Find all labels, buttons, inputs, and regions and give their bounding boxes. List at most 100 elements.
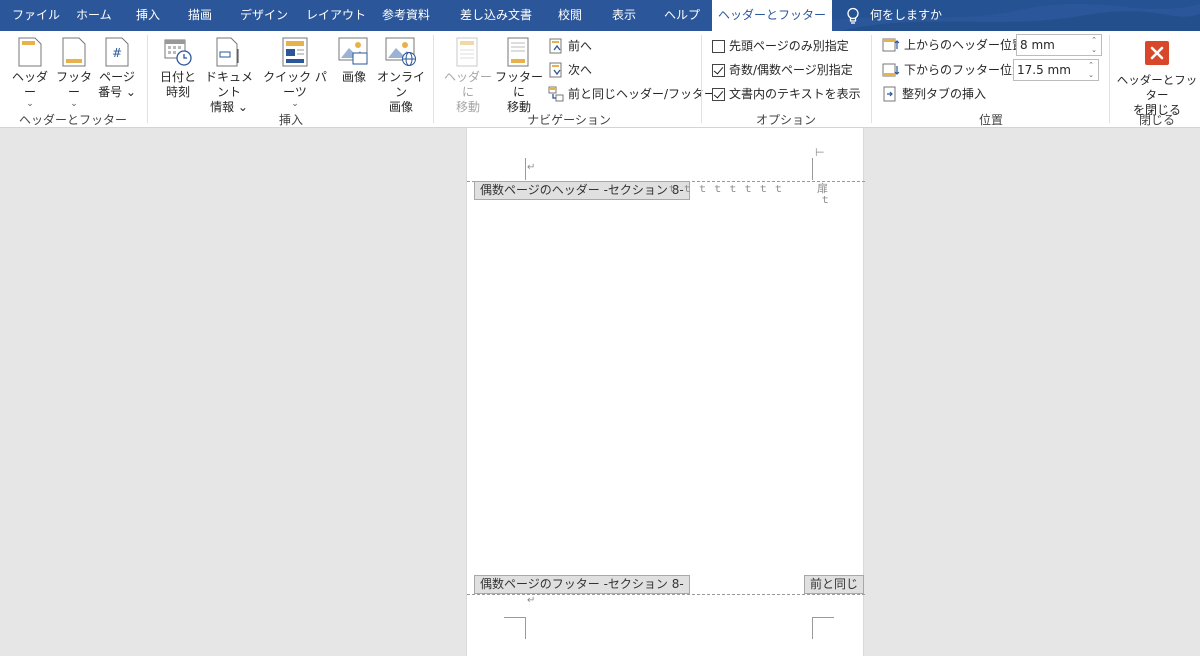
picture-button[interactable]: 画像: [334, 37, 374, 85]
crop-mark-top-left: [504, 158, 526, 180]
tab-header-footer[interactable]: ヘッダーとフッター: [712, 0, 832, 31]
cursor-mark: ⊢: [815, 146, 825, 159]
close-header-footer-button[interactable]: ヘッダーとフッター を閉じる: [1114, 37, 1200, 118]
header-position-icon: [882, 38, 900, 52]
picture-icon: [338, 37, 368, 65]
group-label-insert: 挿入: [278, 113, 303, 127]
page-number-button[interactable]: # ページ 番号 ⌄: [96, 37, 138, 100]
group-label-navigation: ナビゲーション: [527, 113, 611, 127]
ribbon-tab-bar: ファイル ホーム 挿入 描画 デザイン レイアウト 参考資料 差し込み文書 校閲…: [0, 0, 1200, 31]
tab-layout[interactable]: レイアウト: [306, 0, 366, 31]
spinner-arrows-icon[interactable]: ⌃ ⌄: [1089, 35, 1099, 55]
goto-header-icon: [456, 37, 478, 67]
tell-me-label: 何をしますか: [870, 8, 943, 22]
header-position-value[interactable]: 8 mm: [1020, 38, 1055, 52]
show-document-text-checkbox[interactable]: 文書内のテキストを表示: [712, 84, 861, 104]
picture-label: 画像: [341, 70, 366, 84]
chevron-down-icon: ⌄: [26, 99, 34, 109]
footer-position-spinner[interactable]: 17.5 mm ⌃ ⌄: [1013, 59, 1099, 81]
tab-view[interactable]: 表示: [612, 0, 636, 31]
checkbox-checked[interactable]: [712, 63, 725, 77]
group-label-header-footer: ヘッダーとフッター: [18, 113, 127, 127]
goto-footer-button[interactable]: フッターに 移動: [494, 37, 544, 115]
quick-parts-icon: [282, 37, 308, 67]
header-tab-end: ｔ: [820, 195, 830, 206]
tab-mailings[interactable]: 差し込み文書: [460, 0, 532, 31]
document-info-icon: [216, 37, 239, 67]
tab-review[interactable]: 校閲: [558, 0, 582, 31]
link-previous-label: 前と同じヘッダー/フッター: [568, 87, 717, 101]
ribbon: ヘッダー ⌄ フッター ⌄ # ページ 番号 ⌄ ヘッダーとフッター 日付と 時…: [0, 31, 1200, 128]
tab-file[interactable]: ファイル: [12, 0, 60, 31]
paragraph-mark: ↵: [527, 162, 536, 173]
goto-header-button[interactable]: ヘッダーに 移動: [440, 37, 496, 115]
header-position-label: 上からのヘッダー位置:: [904, 38, 1029, 52]
group-separator: [433, 35, 434, 123]
document-page[interactable]: ↵ ⊢ 偶数ページのヘッダー -セクション 8- ｔ ｔ ｔ ｔ ｔ ｔ ｔ ｔ…: [466, 128, 865, 656]
footer-position-icon: [882, 63, 900, 77]
different-odd-even-checkbox[interactable]: 奇数/偶数ページ別指定: [712, 60, 853, 80]
svg-text:#: #: [112, 46, 122, 60]
online-picture-button[interactable]: オンライン 画像: [376, 37, 426, 115]
tell-me-box[interactable]: 何をしますか: [846, 0, 942, 31]
group-label-close: 閉じる: [1138, 113, 1175, 127]
title-wave-decoration: [780, 0, 1200, 31]
page-number-label-2: 番号 ⌄: [98, 85, 136, 99]
crop-mark-bottom-right: [812, 617, 834, 639]
online-picture-icon: [385, 37, 416, 66]
link-to-previous-button[interactable]: 前と同じヘッダー/フッター: [548, 84, 716, 104]
spinner-arrows-icon[interactable]: ⌃ ⌄: [1086, 60, 1096, 80]
different-odd-even-label: 奇数/偶数ページ別指定: [729, 63, 853, 77]
header-button-label: ヘッダー: [11, 70, 48, 99]
footer-icon: [62, 37, 86, 67]
next-label: 次へ: [568, 63, 593, 77]
group-separator: [871, 35, 872, 123]
checkbox-checked[interactable]: [712, 87, 725, 101]
header-button[interactable]: ヘッダー ⌄: [8, 37, 52, 109]
page-number-label-1: ページ: [99, 70, 135, 84]
chevron-down-icon: ⌄: [70, 99, 78, 109]
group-separator: [1109, 35, 1110, 123]
different-first-page-label: 先頭ページのみ別指定: [729, 39, 849, 53]
page-number-icon: #: [105, 37, 129, 67]
tab-references[interactable]: 参考資料: [382, 0, 430, 31]
tab-home[interactable]: ホーム: [76, 0, 112, 31]
different-first-page-checkbox[interactable]: 先頭ページのみ別指定: [712, 36, 849, 56]
insert-alignment-tab-label: 整列タブの挿入: [902, 87, 987, 101]
next-icon: [549, 62, 562, 78]
footer-position-label: 下からのフッター位置:: [904, 63, 1029, 77]
header-tag: 偶数ページのヘッダー -セクション 8-: [474, 181, 690, 200]
date-time-label-1: 日付と: [159, 70, 196, 84]
crop-mark-top-right: [812, 158, 834, 180]
tab-help[interactable]: ヘルプ: [664, 0, 700, 31]
next-section-button[interactable]: 次へ: [548, 60, 592, 80]
previous-icon: [549, 38, 562, 54]
insert-alignment-tab-button[interactable]: 整列タブの挿入: [882, 84, 986, 104]
date-time-label-2: 時刻: [165, 85, 190, 99]
document-info-button[interactable]: ドキュメント 情報 ⌄: [200, 37, 258, 115]
footer-button[interactable]: フッター ⌄: [54, 37, 94, 109]
group-separator: [147, 35, 148, 123]
paragraph-mark: ↵: [527, 595, 536, 606]
quick-parts-button[interactable]: クイック パーツ ⌄: [260, 37, 330, 109]
header-position-spinner[interactable]: 8 mm ⌃ ⌄: [1016, 34, 1102, 56]
goto-footer-icon: [507, 37, 529, 67]
online-picture-label-1: オンライン: [376, 70, 425, 99]
previous-section-button[interactable]: 前へ: [548, 36, 592, 56]
document-info-label-1: ドキュメント: [204, 70, 253, 99]
goto-header-label-1: ヘッダーに: [443, 70, 492, 99]
link-previous-icon: [548, 86, 564, 102]
tab-insert[interactable]: 挿入: [136, 0, 160, 31]
header-icon: [18, 37, 42, 67]
footer-tag: 偶数ページのフッター -セクション 8-: [474, 575, 690, 594]
goto-footer-label-1: フッターに: [494, 70, 543, 99]
quick-parts-label: クイック パーツ: [263, 70, 327, 99]
date-time-button[interactable]: 日付と 時刻: [156, 37, 200, 100]
tab-design[interactable]: デザイン: [240, 0, 288, 31]
same-as-previous-tag: 前と同じ: [804, 575, 865, 594]
footer-position-value[interactable]: 17.5 mm: [1017, 63, 1071, 77]
tab-draw[interactable]: 描画: [188, 0, 212, 31]
group-separator: [701, 35, 702, 123]
checkbox-unchecked[interactable]: [712, 39, 725, 53]
show-document-text-label: 文書内のテキストを表示: [729, 87, 861, 101]
